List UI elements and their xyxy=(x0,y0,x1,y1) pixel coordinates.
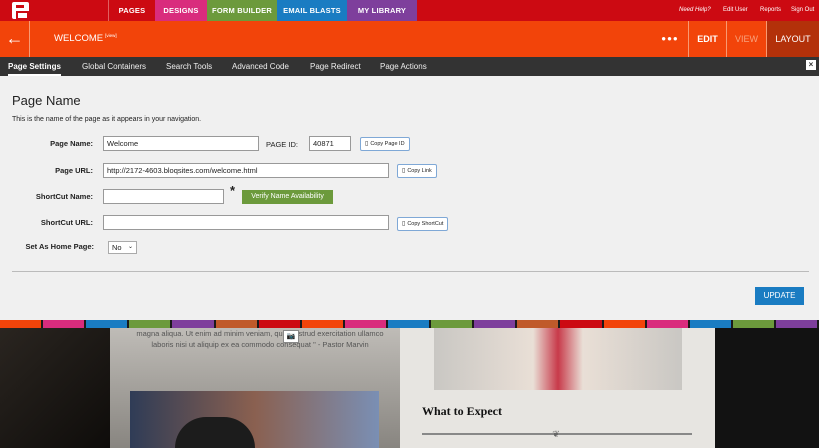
back-arrow-icon[interactable]: ← xyxy=(0,21,30,57)
color-stripe xyxy=(301,320,343,328)
update-button[interactable]: UPDATE xyxy=(755,287,804,305)
page-id-label: PAGE ID: xyxy=(266,140,298,149)
camera-icon[interactable]: 📷 xyxy=(283,330,299,343)
sign-out-link[interactable]: Sign Out xyxy=(791,0,814,21)
tab-page-actions[interactable]: Page Actions xyxy=(380,57,427,76)
page-title: WELCOME [view] xyxy=(54,21,117,57)
verify-name-button[interactable]: Verify Name Availability xyxy=(242,190,333,204)
color-stripe xyxy=(517,320,559,328)
close-icon[interactable]: × xyxy=(806,60,816,70)
ornament-icon: ❦ xyxy=(552,429,560,439)
color-stripe xyxy=(560,320,602,328)
section-description: This is the name of the page as it appea… xyxy=(12,116,202,123)
tab-global-containers[interactable]: Global Containers xyxy=(82,57,146,76)
edit-button[interactable]: EDIT xyxy=(688,21,726,57)
color-stripe xyxy=(603,320,645,328)
color-stripe xyxy=(646,320,688,328)
tab-advanced-code[interactable]: Advanced Code xyxy=(232,57,289,76)
color-stripe xyxy=(689,320,731,328)
preview-bible-image xyxy=(0,328,110,448)
page-title-text: WELCOME xyxy=(54,33,104,44)
page-name-label: Page Name: xyxy=(50,139,93,148)
edit-user-link[interactable]: Edit User xyxy=(723,0,748,21)
layout-button[interactable]: LAYOUT xyxy=(766,21,819,57)
home-page-select[interactable]: No ⌄ xyxy=(108,241,137,254)
nav-tab-email-blasts[interactable]: EMAIL BLASTS xyxy=(277,0,347,21)
shortcut-name-input[interactable] xyxy=(103,189,224,204)
color-stripe xyxy=(172,320,214,328)
preview-dark-edge xyxy=(715,328,819,448)
color-stripe xyxy=(344,320,386,328)
copy-link-button[interactable]: Copy Link xyxy=(397,164,437,178)
form-divider xyxy=(12,271,809,272)
preview-portrait-image xyxy=(434,328,682,390)
color-stripe-bar xyxy=(0,320,819,328)
home-page-value: No xyxy=(112,243,122,252)
more-options-icon[interactable]: ●●● xyxy=(652,21,688,57)
preview-quote-text: magna aliqua. Ut enim ad minim veniam, q… xyxy=(136,329,384,349)
tab-page-settings[interactable]: Page Settings xyxy=(8,57,61,76)
page-name-input[interactable]: Welcome xyxy=(103,136,259,151)
color-stripe xyxy=(43,320,85,328)
section-heading: Page Name xyxy=(12,93,81,108)
color-stripe xyxy=(0,320,42,328)
page-url-label: Page URL: xyxy=(55,166,93,175)
color-stripe xyxy=(129,320,171,328)
app-logo-icon[interactable] xyxy=(12,2,29,20)
color-stripe xyxy=(215,320,257,328)
copy-shortcut-button[interactable]: Copy ShortCut xyxy=(397,217,449,231)
copy-page-id-button[interactable]: Copy Page ID xyxy=(360,137,410,151)
color-stripe xyxy=(474,320,516,328)
nav-tab-designs[interactable]: DESIGNS xyxy=(155,0,207,21)
nav-tab-form-builder[interactable]: FORM BUILDER xyxy=(207,0,277,21)
reports-link[interactable]: Reports xyxy=(760,0,781,21)
tab-search-tools[interactable]: Search Tools xyxy=(166,57,212,76)
home-page-label: Set As Home Page: xyxy=(25,242,95,251)
color-stripe xyxy=(387,320,430,328)
chevron-down-icon: ⌄ xyxy=(127,244,133,250)
shortcut-url-label: ShortCut URL: xyxy=(40,218,93,227)
shortcut-url-input[interactable] xyxy=(103,215,389,230)
color-stripe xyxy=(258,320,300,328)
color-stripe xyxy=(732,320,774,328)
need-help-link[interactable]: Need Help? xyxy=(679,0,711,21)
color-stripe xyxy=(86,320,128,328)
color-stripe xyxy=(431,320,473,328)
nav-tab-pages[interactable]: PAGES xyxy=(108,0,155,21)
required-asterisk: * xyxy=(230,183,236,198)
view-button[interactable]: VIEW xyxy=(726,21,766,57)
nav-tab-my-library[interactable]: MY LIBRARY xyxy=(347,0,417,21)
shortcut-name-label: ShortCut Name: xyxy=(35,192,93,201)
view-tag-link[interactable]: [view] xyxy=(105,33,117,38)
preview-section-heading: What to Expect xyxy=(422,404,502,418)
page-id-field[interactable]: 40871 xyxy=(309,136,351,151)
tab-page-redirect[interactable]: Page Redirect xyxy=(310,57,361,76)
page-url-input[interactable]: http://2172-4603.bloqsites.com/welcome.h… xyxy=(103,163,389,178)
color-stripe xyxy=(775,320,818,328)
preview-photo xyxy=(130,391,379,448)
